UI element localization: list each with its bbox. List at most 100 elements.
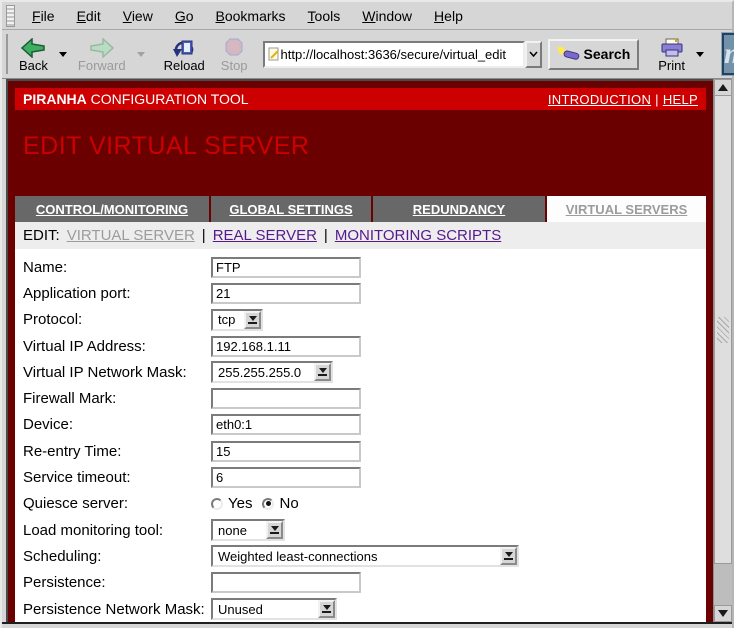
scroll-up-button[interactable] bbox=[714, 79, 732, 96]
search-button[interactable]: Search bbox=[548, 39, 640, 70]
forward-arrow-icon bbox=[89, 36, 115, 58]
scheduling-label: Scheduling: bbox=[23, 548, 211, 565]
menu-tools[interactable]: Tools bbox=[297, 8, 352, 24]
subnav-virtual-server-current: VIRTUAL SERVER bbox=[67, 227, 195, 244]
load-monitoring-label: Load monitoring tool: bbox=[23, 522, 211, 539]
quiesce-server-label: Quiesce server: bbox=[23, 495, 211, 512]
url-history-dropdown-button[interactable] bbox=[525, 41, 542, 68]
location-page-icon bbox=[267, 47, 281, 61]
reentry-time-label: Re-entry Time: bbox=[23, 443, 211, 460]
toolbar-grippy[interactable] bbox=[6, 5, 15, 27]
device-label: Device: bbox=[23, 416, 211, 433]
persistence-mask-label: Persistence Network Mask: bbox=[23, 601, 211, 618]
menu-edit[interactable]: Edit bbox=[66, 8, 112, 24]
form-row-firewall-mark: Firewall Mark: bbox=[15, 385, 706, 411]
forward-button[interactable]: Forward bbox=[73, 35, 131, 74]
reload-button[interactable]: Reload bbox=[159, 35, 210, 74]
quiesce-yes-label: Yes bbox=[228, 495, 252, 512]
page-title: EDIT VIRTUAL SERVER bbox=[23, 132, 706, 196]
menu-view[interactable]: View bbox=[112, 8, 164, 24]
virtual-ip-label: Virtual IP Address: bbox=[23, 338, 211, 355]
form-row-protocol: Protocol: tcp bbox=[15, 307, 706, 333]
reentry-time-input[interactable] bbox=[211, 441, 361, 462]
name-label: Name: bbox=[23, 259, 211, 276]
menu-file[interactable]: File bbox=[21, 8, 66, 24]
location-bar bbox=[263, 41, 525, 68]
name-input[interactable] bbox=[211, 257, 361, 278]
subnav-separator: | bbox=[324, 227, 328, 244]
firewall-mark-input[interactable] bbox=[211, 388, 361, 409]
menu-window[interactable]: Window bbox=[351, 8, 423, 24]
help-link[interactable]: HELP bbox=[663, 92, 698, 107]
form-row-scheduling: Scheduling: Weighted least-connections bbox=[15, 543, 706, 569]
application-port-label: Application port: bbox=[23, 285, 211, 302]
protocol-select[interactable]: tcp bbox=[211, 309, 263, 331]
scroll-down-button[interactable] bbox=[714, 605, 732, 622]
virtual-server-form: Name: Application port: Protocol: tcp Vi… bbox=[15, 249, 706, 622]
dropdown-arrow-icon bbox=[314, 363, 331, 381]
form-row-service-timeout: Service timeout: bbox=[15, 464, 706, 490]
application-port-input[interactable] bbox=[211, 283, 361, 304]
real-server-link[interactable]: REAL SERVER bbox=[213, 227, 317, 244]
introduction-link[interactable]: INTRODUCTION bbox=[548, 92, 651, 107]
header-links: INTRODUCTION | HELP bbox=[548, 92, 698, 107]
virtual-ip-mask-label: Virtual IP Network Mask: bbox=[23, 364, 211, 381]
quiesce-yes-radio[interactable] bbox=[211, 498, 223, 510]
form-row-quiesce-server: Quiesce server: Yes No bbox=[15, 491, 706, 517]
device-input[interactable] bbox=[211, 414, 361, 435]
form-row-reentry-time: Re-entry Time: bbox=[15, 438, 706, 464]
form-row-persistence-mask: Persistence Network Mask: Unused bbox=[15, 596, 706, 622]
dropdown-arrow-icon bbox=[318, 600, 335, 618]
toolbar-grippy[interactable] bbox=[6, 34, 8, 74]
firewall-mark-label: Firewall Mark: bbox=[23, 390, 211, 407]
dropdown-arrow-icon bbox=[244, 311, 261, 329]
browser-window: File Edit View Go Bookmarks Tools Window… bbox=[0, 0, 734, 628]
persistence-label: Persistence: bbox=[23, 574, 211, 591]
app-title: PIRANHA CONFIGURATION TOOL bbox=[23, 91, 249, 107]
tab-control-monitoring[interactable]: CONTROL/MONITORING bbox=[15, 196, 209, 222]
print-button[interactable]: Print bbox=[653, 35, 690, 74]
back-button[interactable]: Back bbox=[14, 35, 53, 74]
form-row-device: Device: bbox=[15, 412, 706, 438]
chevron-down-icon bbox=[529, 51, 538, 57]
persistence-input[interactable] bbox=[211, 572, 361, 593]
mozilla-logo[interactable]: m bbox=[722, 33, 734, 75]
reload-icon bbox=[172, 36, 196, 58]
dropdown-arrow-icon bbox=[500, 547, 517, 565]
print-dropdown-arrow-icon[interactable] bbox=[696, 52, 704, 57]
tab-global-settings[interactable]: GLOBAL SETTINGS bbox=[211, 196, 371, 222]
protocol-label: Protocol: bbox=[23, 311, 211, 328]
subnav-prefix: EDIT: bbox=[23, 227, 60, 244]
scrollbar-track[interactable] bbox=[714, 564, 732, 605]
menu-go[interactable]: Go bbox=[164, 8, 205, 24]
vertical-scrollbar bbox=[713, 79, 732, 622]
load-monitoring-select[interactable]: none bbox=[211, 519, 285, 541]
menubar: File Edit View Go Bookmarks Tools Window… bbox=[2, 2, 732, 30]
tab-redundancy[interactable]: REDUNDANCY bbox=[373, 196, 545, 222]
arrow-up-icon bbox=[718, 84, 728, 91]
form-row-name: Name: bbox=[15, 254, 706, 280]
menu-help[interactable]: Help bbox=[423, 8, 474, 24]
window-bottom-border bbox=[2, 622, 732, 628]
back-dropdown-arrow-icon[interactable] bbox=[59, 52, 67, 57]
menu-bookmarks[interactable]: Bookmarks bbox=[205, 8, 297, 24]
virtual-ip-mask-select[interactable]: 255.255.255.0 bbox=[211, 361, 333, 383]
service-timeout-input[interactable] bbox=[211, 467, 361, 488]
monitoring-scripts-link[interactable]: MONITORING SCRIPTS bbox=[335, 227, 501, 244]
navigation-toolbar: Back Forward Reload bbox=[2, 30, 732, 79]
stop-icon bbox=[224, 36, 244, 58]
piranha-header-bar: PIRANHA CONFIGURATION TOOL INTRODUCTION |… bbox=[15, 88, 706, 110]
scrollbar-grip bbox=[717, 317, 729, 343]
persistence-mask-select[interactable]: Unused bbox=[211, 598, 337, 620]
dropdown-arrow-icon bbox=[266, 521, 283, 539]
scheduling-select[interactable]: Weighted least-connections bbox=[211, 545, 519, 567]
stop-button[interactable]: Stop bbox=[216, 35, 253, 74]
forward-dropdown-arrow-icon[interactable] bbox=[137, 52, 145, 57]
scrollbar-thumb[interactable] bbox=[714, 96, 732, 564]
url-input[interactable] bbox=[281, 47, 521, 62]
virtual-ip-input[interactable] bbox=[211, 336, 361, 357]
link-separator: | bbox=[655, 92, 659, 107]
quiesce-no-radio[interactable] bbox=[262, 498, 274, 510]
form-row-virtual-ip: Virtual IP Address: bbox=[15, 333, 706, 359]
page-viewport: PIRANHA CONFIGURATION TOOL INTRODUCTION |… bbox=[6, 79, 713, 622]
